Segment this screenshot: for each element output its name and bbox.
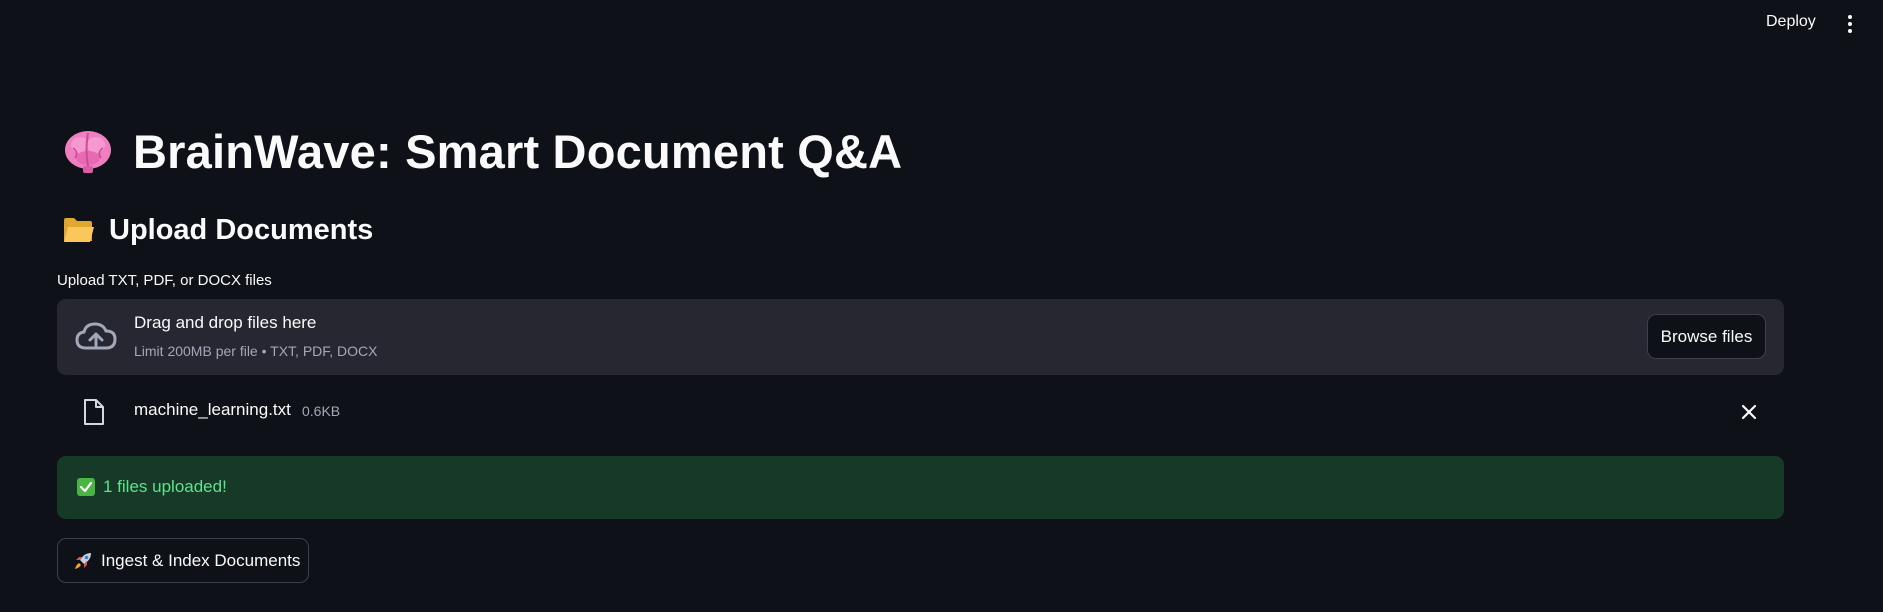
deploy-button[interactable]: Deploy [1766, 13, 1816, 31]
section-title: Upload Documents [109, 213, 374, 246]
more-vertical-icon[interactable] [1840, 13, 1860, 35]
open-folder-icon [64, 218, 94, 242]
success-message: 1 files uploaded! [103, 477, 227, 496]
top-toolbar: Deploy [0, 0, 1883, 46]
ingest-button-label: Ingest & Index Documents [101, 550, 301, 570]
close-icon[interactable] [1739, 402, 1759, 422]
uploaded-file-item: machine_learning.txt 0.6KB [57, 392, 1784, 430]
ingest-index-button[interactable]: Ingest & Index Documents [57, 538, 309, 583]
uploader-label: Upload TXT, PDF, or DOCX files [57, 272, 272, 289]
cloud-upload-icon [75, 322, 117, 350]
file-size: 0.6KB [302, 403, 341, 419]
menu-dot [1848, 22, 1852, 26]
success-alert: 1 files uploaded! [57, 456, 1784, 519]
dropzone-limits: Limit 200MB per file • TXT, PDF, DOCX [134, 343, 378, 359]
file-icon [84, 399, 104, 425]
rocket-icon [75, 552, 91, 569]
browse-files-button[interactable]: Browse files [1647, 314, 1766, 359]
section-header: Upload Documents [63, 211, 373, 249]
file-dropzone[interactable]: Drag and drop files here Limit 200MB per… [57, 299, 1784, 375]
dropzone-instructions: Drag and drop files here [134, 313, 317, 332]
menu-dot [1848, 29, 1852, 33]
page-title: BrainWave: Smart Document Q&A [133, 124, 903, 178]
page-header: BrainWave: Smart Document Q&A [63, 122, 902, 180]
brain-icon [65, 131, 111, 173]
menu-dot [1848, 15, 1852, 19]
check-box-icon [77, 478, 95, 496]
file-name: machine_learning.txt [134, 400, 291, 419]
